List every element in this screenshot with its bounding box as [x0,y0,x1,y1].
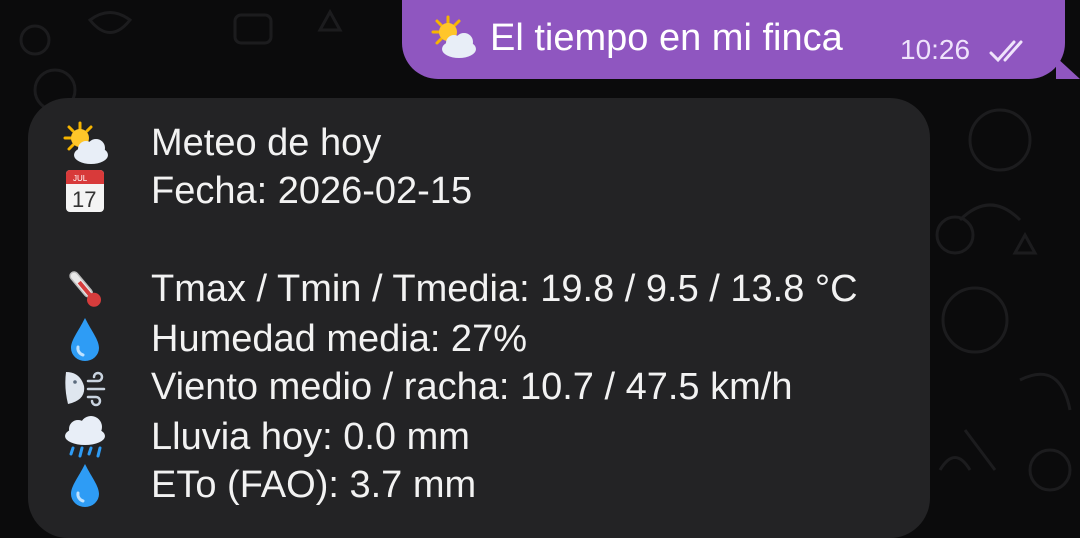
sun-behind-cloud-icon [63,121,108,164]
message-line-text: Fecha: 2026-02-15 [151,170,473,212]
rain-cloud-icon [65,416,105,458]
calendar-month: JUL [73,174,88,183]
message-line-text: Viento medio / racha: 10.7 / 47.5 km/h [151,366,793,408]
message-line-text: Lluvia hoy: 0.0 mm [151,416,470,458]
incoming-message-bubble[interactable]: Meteo de hoy JUL 17 Fecha: 2026-02-15 Tm… [28,98,930,538]
calendar-day: 17 [72,187,96,212]
double-check-read-icon [989,40,1023,63]
outgoing-message-bubble[interactable]: El tiempo en mi finca 10:26 [402,0,1080,79]
droplet-icon [71,318,99,361]
message-line-text: Meteo de hoy [151,122,382,164]
wind-face-icon [65,371,106,407]
message-line-text: Humedad media: 27% [151,318,527,360]
message-line-text: Tmax / Tmin / Tmedia: 19.8 / 9.5 / 13.8 … [151,268,858,310]
message-timestamp: 10:26 [900,34,971,65]
droplet-icon [71,464,99,507]
thermometer-icon [69,271,101,307]
sun-behind-cloud-icon [431,15,476,58]
calendar-icon: JUL 17 [66,170,104,212]
message-line-text: ETo (FAO): 3.7 mm [151,464,477,506]
outgoing-message-text: El tiempo en mi finca [490,17,843,59]
bubble-tail [1056,57,1080,79]
